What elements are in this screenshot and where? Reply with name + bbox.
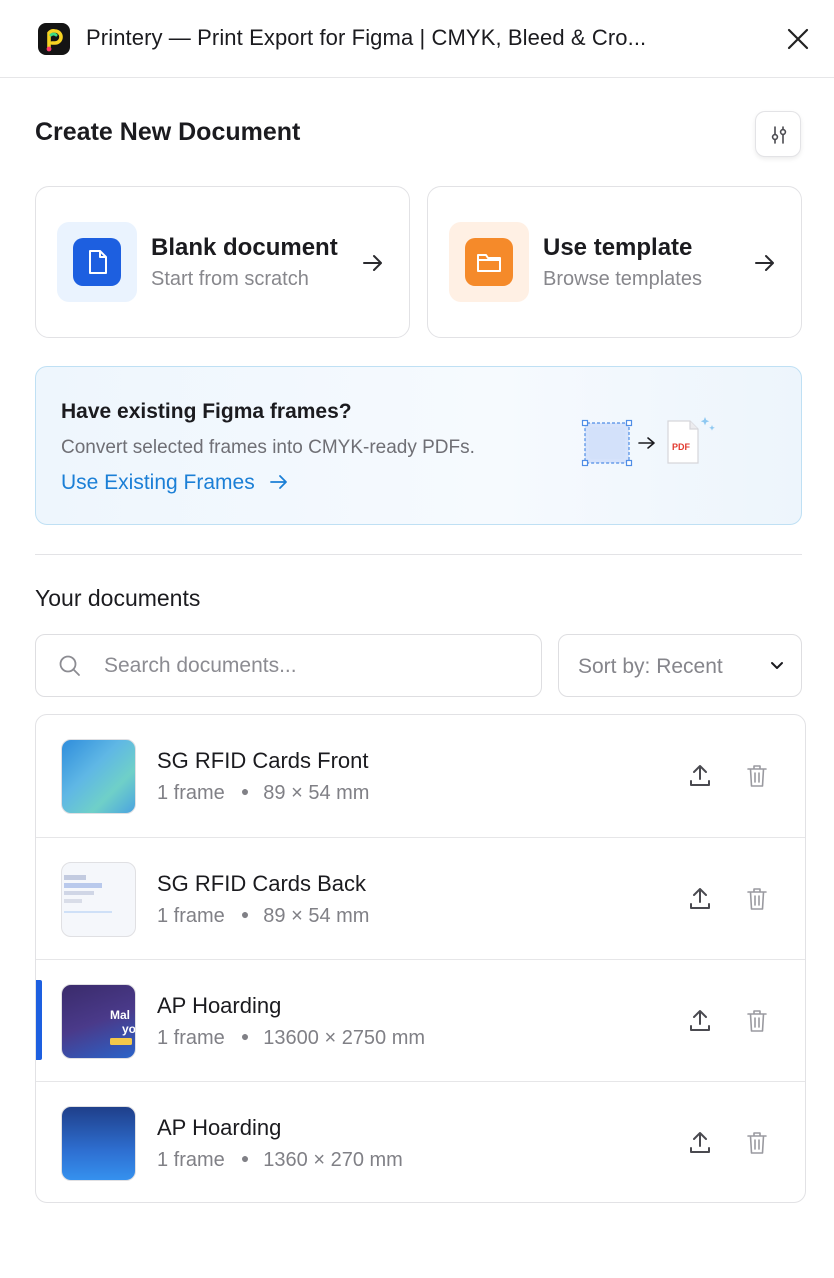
close-button[interactable] — [784, 25, 812, 53]
document-size: 89 × 54 mm — [263, 905, 370, 927]
chevron-down-icon — [771, 662, 783, 669]
sliders-icon — [771, 126, 787, 144]
use-template-subtitle: Browse templates — [543, 268, 702, 290]
blank-document-icon-wrap — [57, 222, 137, 302]
frames-to-pdf-illustration: PDF — [581, 417, 715, 467]
settings-button[interactable] — [755, 111, 801, 157]
use-existing-frames-label: Use Existing Frames — [61, 471, 255, 494]
document-thumbnail — [61, 739, 136, 814]
search-input[interactable] — [104, 649, 524, 683]
document-meta: 1 frame ● 89 × 54 mm — [157, 905, 370, 927]
use-template-card[interactable]: Use template Browse templates — [427, 186, 802, 338]
sort-dropdown[interactable]: Sort by: Recent — [558, 634, 802, 697]
document-frames: 1 frame — [157, 1149, 225, 1171]
document-row[interactable]: SG RFID Cards Back 1 frame ● 89 × 54 mm — [36, 837, 805, 959]
document-size: 1360 × 270 mm — [263, 1149, 403, 1171]
section-divider — [35, 554, 802, 555]
documents-heading: Your documents — [35, 585, 201, 611]
trash-icon[interactable] — [746, 886, 768, 912]
banner-title: Have existing Figma frames? — [61, 400, 352, 423]
document-frames: 1 frame — [157, 782, 225, 804]
arrow-right-icon — [363, 255, 382, 271]
sort-label: Sort by: Recent — [578, 655, 723, 678]
export-icon[interactable] — [688, 763, 712, 789]
banner-description: Convert selected frames into CMYK-ready … — [61, 437, 475, 458]
document-name: SG RFID Cards Front — [157, 748, 369, 773]
document-icon — [73, 238, 121, 286]
document-name: AP Hoarding — [157, 1115, 282, 1140]
trash-icon[interactable] — [746, 763, 768, 789]
export-icon[interactable] — [688, 1008, 712, 1034]
document-row[interactable]: Mal yo AP Hoarding 1 frame ● 13600 × 2750 … — [36, 959, 805, 1081]
folder-icon — [465, 238, 513, 286]
trash-icon[interactable] — [746, 1130, 768, 1156]
document-thumbnail — [61, 862, 136, 937]
document-name: SG RFID Cards Back — [157, 871, 367, 896]
arrow-right-icon — [755, 255, 774, 271]
document-row[interactable]: SG RFID Cards Front 1 frame ● 89 × 54 mm — [36, 715, 805, 837]
document-meta: 1 frame ● 89 × 54 mm — [157, 782, 370, 804]
export-icon[interactable] — [688, 1130, 712, 1156]
blank-document-card[interactable]: Blank document Start from scratch — [35, 186, 410, 338]
document-frames: 1 frame — [157, 905, 225, 927]
svg-text:yo: yo — [122, 1022, 136, 1036]
document-size: 89 × 54 mm — [263, 782, 370, 804]
search-icon — [59, 655, 80, 676]
export-icon[interactable] — [688, 886, 712, 912]
arrow-right-icon — [269, 475, 287, 489]
document-name: AP Hoarding — [157, 993, 282, 1018]
blank-document-title: Blank document — [151, 234, 338, 261]
document-thumbnail: Mal yo — [61, 984, 136, 1059]
document-meta: 1 frame ● 1360 × 270 mm — [157, 1149, 403, 1171]
document-list: SG RFID Cards Front 1 frame ● 89 × 54 mm S… — [35, 714, 806, 1203]
trash-icon[interactable] — [746, 1008, 768, 1034]
use-existing-frames-link[interactable]: Use Existing Frames — [61, 471, 289, 495]
svg-text:Mal: Mal — [110, 1008, 130, 1022]
use-template-title: Use template — [543, 234, 693, 261]
document-size: 13600 × 2750 mm — [263, 1027, 426, 1049]
document-row[interactable]: AP Hoarding 1 frame ● 1360 × 270 mm — [36, 1081, 805, 1202]
existing-frames-banner: Have existing Figma frames? Convert sele… — [35, 366, 802, 525]
document-frames: 1 frame — [157, 1027, 225, 1049]
pdf-label: PDF — [672, 442, 691, 452]
printery-logo-icon — [38, 23, 70, 55]
title-bar: Printery — Print Export for Figma | CMYK… — [0, 0, 834, 78]
document-thumbnail — [61, 1106, 136, 1181]
create-heading: Create New Document — [35, 118, 301, 146]
close-icon — [787, 28, 809, 50]
document-meta: 1 frame ● 13600 × 2750 mm — [157, 1027, 426, 1049]
window-title: Printery — Print Export for Figma | CMYK… — [86, 25, 647, 50]
use-template-icon-wrap — [449, 222, 529, 302]
blank-document-subtitle: Start from scratch — [151, 268, 309, 290]
search-box[interactable] — [35, 634, 542, 697]
